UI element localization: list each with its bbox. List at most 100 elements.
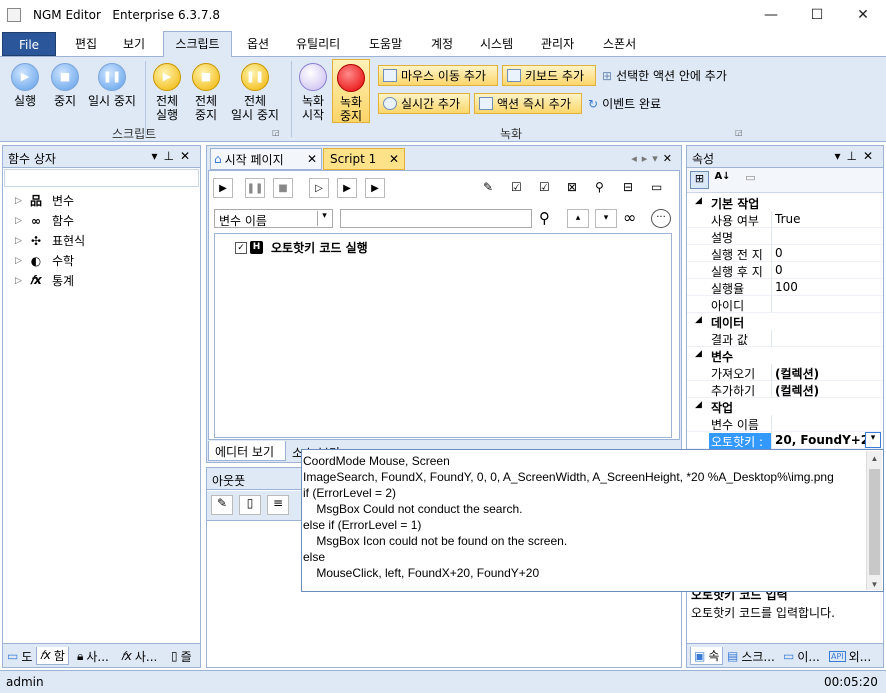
- sort-alpha-icon[interactable]: A↓: [713, 171, 732, 189]
- close-tab-icon[interactable]: ✕: [307, 152, 317, 166]
- tab-user-function[interactable]: 𝑓x 사...: [121, 647, 157, 665]
- code-line[interactable]: if (ErrorLevel = 2): [303, 485, 882, 501]
- property-row[interactable]: 실행 후 지 0: [687, 262, 883, 279]
- code-editor-popup[interactable]: CoordMode Mouse, Screen ImageSearch, Foun…: [301, 449, 884, 592]
- function-search-input[interactable]: [4, 169, 199, 187]
- property-row[interactable]: 결과 값: [687, 330, 883, 347]
- run-all-button[interactable]: ▶ 전체 실행: [150, 63, 184, 122]
- collapse-icon[interactable]: ◢: [695, 196, 702, 206]
- play-icon[interactable]: ▶: [213, 178, 233, 198]
- menu-sponsor[interactable]: 스폰서: [603, 35, 636, 53]
- property-category[interactable]: ◢ 변수: [687, 347, 883, 364]
- tab-start-page[interactable]: ⌂ 시작 페이지 ✕: [210, 148, 322, 170]
- dropdown-icon[interactable]: ▾: [834, 149, 846, 163]
- code-line[interactable]: ImageSearch, FoundX, FoundY, 0, 0, A_Scr…: [303, 469, 882, 485]
- popup-scrollbar[interactable]: ▲ ▼: [866, 451, 882, 590]
- code-line[interactable]: CoordMode Mouse, Screen: [303, 453, 882, 469]
- tab-function[interactable]: 𝑓x 함: [36, 647, 69, 665]
- property-value[interactable]: (컬렉션): [775, 365, 819, 382]
- tab-image[interactable]: ▭ 이...: [783, 647, 820, 665]
- tab-document[interactable]: ▭ 도: [7, 647, 32, 665]
- record-start-button[interactable]: 녹화 시작: [296, 63, 330, 122]
- step-over-icon[interactable]: ▶: [337, 178, 357, 198]
- tab-script-1[interactable]: Script 1 ✕: [323, 148, 405, 170]
- pause-icon[interactable]: ❚❚: [245, 178, 265, 198]
- property-row[interactable]: 실행율 100: [687, 279, 883, 296]
- chevron-down-icon[interactable]: ▾: [865, 432, 881, 448]
- property-category[interactable]: ◢ 기본 작업: [687, 194, 883, 211]
- property-value[interactable]: 20, FoundY+20: [775, 433, 878, 447]
- add-in-selected-button[interactable]: ⊞ 선택한 액션 안에 추가: [600, 65, 729, 86]
- add-keyboard-button[interactable]: 키보드 추가: [502, 65, 596, 86]
- dropdown-icon[interactable]: ▾: [151, 149, 163, 163]
- close-icon[interactable]: ✕: [863, 149, 879, 163]
- property-row[interactable]: 사용 여부 True: [687, 211, 883, 228]
- group-launcher-icon[interactable]: ◲: [735, 128, 743, 137]
- collapse-icon[interactable]: ◢: [695, 315, 702, 325]
- add-realtime-button[interactable]: 실시간 추가: [378, 93, 470, 114]
- property-value[interactable]: 0: [775, 246, 783, 260]
- run-button[interactable]: ▶ 실행: [8, 63, 42, 108]
- step-into-icon[interactable]: ▶: [365, 178, 385, 198]
- pause-all-button[interactable]: ❚❚ 전체 일시 중지: [226, 63, 284, 122]
- property-value[interactable]: 0: [775, 263, 783, 277]
- menu-system[interactable]: 시스템: [480, 35, 513, 53]
- group-launcher-icon[interactable]: ◲: [272, 128, 280, 137]
- monitor-icon[interactable]: ▭: [651, 180, 671, 198]
- pause-button[interactable]: ❚❚ 일시 중지: [84, 63, 140, 108]
- collapse-icon[interactable]: ◢: [695, 400, 702, 410]
- pin-icon[interactable]: ⊥: [163, 149, 179, 163]
- menu-view[interactable]: 보기: [123, 35, 145, 53]
- move-up-icon[interactable]: ▴: [567, 209, 589, 228]
- property-row[interactable]: 변수 이름: [687, 415, 883, 432]
- find-icon[interactable]: ⚲: [595, 180, 615, 198]
- stop-all-button[interactable]: ■ 전체 중지: [189, 63, 223, 122]
- clean-icon[interactable]: ✎: [211, 495, 233, 515]
- check-icon[interactable]: ☑: [539, 180, 559, 198]
- variable-search-input[interactable]: [340, 209, 532, 228]
- scroll-down-icon[interactable]: ▼: [867, 577, 882, 593]
- file-menu[interactable]: File: [2, 32, 56, 56]
- minimize-button[interactable]: —: [748, 0, 794, 30]
- pin-icon[interactable]: ⊥: [846, 149, 862, 163]
- loop-icon[interactable]: ∞: [623, 208, 645, 227]
- property-category[interactable]: ◢ 작업: [687, 398, 883, 415]
- scroll-thumb[interactable]: [869, 469, 880, 575]
- add-mouse-move-button[interactable]: 마우스 이동 추가: [378, 65, 498, 86]
- tab-external[interactable]: API 외...: [829, 647, 871, 665]
- property-row[interactable]: 설명: [687, 228, 883, 245]
- tab-script-list[interactable]: ▤ 스크...: [727, 647, 775, 665]
- tree-item-function[interactable]: ▷ ∞ 함수: [15, 212, 74, 229]
- add-immediate-button[interactable]: 액션 즉시 추가: [474, 93, 582, 114]
- close-tab-icon[interactable]: ✕: [389, 152, 399, 166]
- property-row[interactable]: 가져오기 (컬렉션): [687, 364, 883, 381]
- code-line[interactable]: MsgBox Could not conduct the search.: [303, 501, 882, 517]
- menu-edit[interactable]: 편집: [75, 35, 97, 53]
- property-row[interactable]: 아이디: [687, 296, 883, 313]
- step-icon[interactable]: ▷: [309, 178, 329, 198]
- menu-account[interactable]: 계정: [431, 35, 453, 53]
- event-done-button[interactable]: ↻ 이벤트 완료: [586, 93, 663, 114]
- menu-script[interactable]: 스크립트: [163, 31, 232, 58]
- categorized-icon[interactable]: ⊞: [690, 171, 709, 189]
- menu-help[interactable]: 도움말: [369, 35, 402, 53]
- property-row[interactable]: 실행 전 지 0: [687, 245, 883, 262]
- tab-editor-view[interactable]: 에디터 보기: [208, 441, 286, 461]
- menu-options[interactable]: 옵션: [247, 35, 269, 53]
- tree-item-math[interactable]: ▷ ◐ 수학: [15, 252, 74, 269]
- stop-icon[interactable]: ■: [273, 178, 293, 198]
- tree-item-variable[interactable]: ▷ 品 변수: [15, 192, 74, 209]
- property-value[interactable]: True: [775, 212, 801, 226]
- edit-icon[interactable]: ✎: [483, 180, 503, 198]
- record-stop-button[interactable]: 녹화 중지: [332, 59, 370, 123]
- delete-icon[interactable]: ⊠: [567, 180, 587, 198]
- hierarchy-icon[interactable]: ⊟: [623, 180, 643, 198]
- close-icon[interactable]: ✕: [180, 149, 196, 163]
- code-line[interactable]: else if (ErrorLevel = 1): [303, 517, 882, 533]
- close-button[interactable]: ✕: [840, 0, 886, 30]
- save-log-icon[interactable]: ▯: [239, 495, 261, 515]
- collapse-icon[interactable]: ◢: [695, 349, 702, 359]
- tab-dictionary[interactable]: 🔒︎ 사...: [77, 647, 109, 665]
- scroll-up-icon[interactable]: ▲: [867, 451, 882, 467]
- property-value[interactable]: 100: [775, 280, 798, 294]
